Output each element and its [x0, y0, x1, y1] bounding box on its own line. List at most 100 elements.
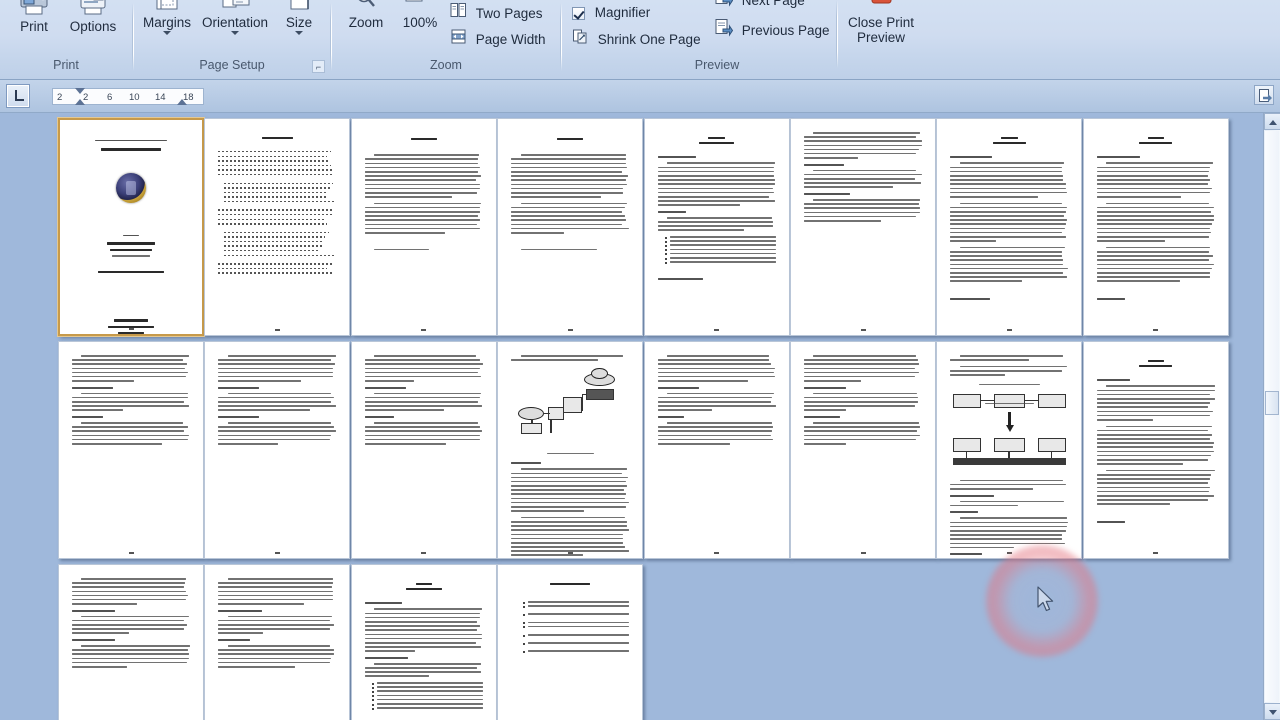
- close-print-preview-line2: Preview: [856, 30, 905, 45]
- shrink-one-page-button[interactable]: Shrink One Page: [572, 28, 701, 50]
- ribbon-group-zoom: Zoom 100 100%: [334, 0, 558, 76]
- magnifier-label: Magnifier: [594, 5, 651, 21]
- page-content: [1096, 355, 1215, 545]
- page-content: [218, 577, 336, 720]
- page-number-mark: [791, 328, 935, 331]
- zoom-button-label: Zoom: [348, 15, 384, 30]
- previous-page-icon: [714, 18, 734, 44]
- zoom-100-button[interactable]: 100 100%: [392, 0, 448, 30]
- page-number-mark: [1084, 328, 1228, 331]
- next-page-label: Next Page: [741, 0, 805, 8]
- tab-stop-selector[interactable]: [6, 84, 30, 108]
- page-content: [1096, 132, 1215, 322]
- options-button[interactable]: Options: [62, 0, 124, 34]
- preview-page-14[interactable]: [790, 341, 936, 559]
- page-width-button[interactable]: Page Width: [450, 28, 546, 50]
- page-number-mark: [60, 327, 202, 330]
- preview-page-7[interactable]: [936, 118, 1083, 336]
- preview-page-3[interactable]: [350, 118, 497, 336]
- preview-page-17[interactable]: [58, 564, 204, 720]
- preview-page-20[interactable]: [497, 564, 644, 720]
- first-line-indent-marker[interactable]: [75, 88, 85, 94]
- page-content: [71, 354, 190, 545]
- scrollbar-track[interactable]: [1265, 131, 1279, 702]
- page-content: [511, 578, 630, 720]
- page-content: [73, 133, 189, 334]
- page-setup-dialog-launcher[interactable]: ⌐: [312, 60, 325, 73]
- print-preview-canvas[interactable]: [0, 113, 1280, 720]
- page-number-mark: [352, 328, 496, 331]
- print-button[interactable]: Print: [8, 0, 60, 34]
- page-number-mark: [645, 551, 789, 554]
- margins-dropdown-caret[interactable]: [163, 31, 171, 35]
- preview-page-8[interactable]: [1082, 118, 1229, 336]
- ribbon-group-page-setup-label: Page Setup: [199, 58, 265, 72]
- options-icon: [62, 0, 124, 19]
- preview-page-9[interactable]: [58, 341, 204, 559]
- scroll-up-arrow[interactable]: [1264, 113, 1280, 130]
- page-content: [657, 354, 776, 545]
- preview-page-4[interactable]: [497, 118, 644, 336]
- page-number-mark: [645, 328, 789, 331]
- hanging-indent-marker[interactable]: [75, 99, 85, 105]
- ribbon-group-separator: [330, 3, 332, 71]
- two-pages-icon: [450, 2, 467, 26]
- preview-page-1[interactable]: [58, 118, 204, 336]
- printer-icon: [8, 0, 60, 19]
- page-number-mark: [59, 551, 203, 554]
- two-pages-button[interactable]: Two Pages: [450, 2, 543, 24]
- preview-page-10[interactable]: [204, 341, 351, 559]
- page-content: [950, 132, 1068, 322]
- close-print-preview-button[interactable]: Close Print Preview: [842, 0, 920, 45]
- horizontal-ruler[interactable]: 2 2 6 10 14 18: [52, 88, 204, 105]
- preview-page-2[interactable]: [204, 118, 351, 336]
- page-width-label: Page Width: [475, 32, 546, 47]
- preview-page-18[interactable]: [204, 564, 351, 720]
- margins-button-label: Margins: [142, 15, 191, 30]
- right-indent-marker[interactable]: [177, 99, 187, 105]
- preview-page-16[interactable]: [1082, 341, 1229, 559]
- size-button[interactable]: Size: [276, 0, 322, 35]
- next-page-icon: [714, 0, 734, 14]
- preview-page-13[interactable]: [643, 341, 790, 559]
- page-number-mark: [352, 551, 496, 554]
- scrollbar-thumb[interactable]: [1265, 391, 1279, 415]
- margins-button[interactable]: Margins: [138, 0, 196, 35]
- hruler-tick: 6: [107, 92, 113, 103]
- vertical-scrollbar[interactable]: [1263, 113, 1280, 720]
- options-button-label: Options: [69, 19, 117, 34]
- size-icon: [276, 0, 322, 15]
- magnify-zoom-icon: [338, 0, 394, 15]
- orientation-dropdown-caret[interactable]: [231, 31, 239, 35]
- zoom-button[interactable]: Zoom: [338, 0, 394, 30]
- page-content: [364, 132, 483, 322]
- view-ruler-icon[interactable]: [1254, 85, 1274, 105]
- close-print-preview-line1: Close Print: [847, 15, 915, 30]
- preview-page-5[interactable]: [643, 118, 790, 336]
- orientation-icon: [194, 0, 276, 15]
- close-x-icon: [842, 0, 920, 15]
- page-number-mark: [205, 551, 349, 554]
- size-button-label: Size: [285, 15, 313, 30]
- size-dropdown-caret[interactable]: [295, 31, 303, 35]
- hruler-tick: 10: [129, 92, 140, 103]
- preview-page-15[interactable]: [936, 341, 1083, 559]
- preview-page-11[interactable]: [350, 341, 497, 559]
- preview-page-12[interactable]: [497, 341, 644, 559]
- preview-page-19[interactable]: [350, 564, 497, 720]
- next-page-button[interactable]: Next Page: [714, 0, 805, 10]
- hruler-tick: 2: [57, 92, 63, 103]
- page-content: [657, 132, 776, 322]
- orientation-button[interactable]: Orientation: [194, 0, 276, 35]
- shrink-one-page-label: Shrink One Page: [597, 32, 701, 47]
- magnifier-checkbox[interactable]: Magnifier: [572, 2, 650, 24]
- scroll-down-arrow[interactable]: [1264, 703, 1280, 720]
- margins-icon: [138, 0, 196, 15]
- checkbox-icon[interactable]: [572, 6, 585, 20]
- page-content: [511, 354, 630, 557]
- page-content: [803, 354, 922, 545]
- two-pages-label: Two Pages: [475, 6, 543, 21]
- previous-page-button[interactable]: Previous Page: [714, 18, 830, 40]
- preview-page-6[interactable]: [790, 118, 936, 336]
- page-content: [218, 354, 337, 545]
